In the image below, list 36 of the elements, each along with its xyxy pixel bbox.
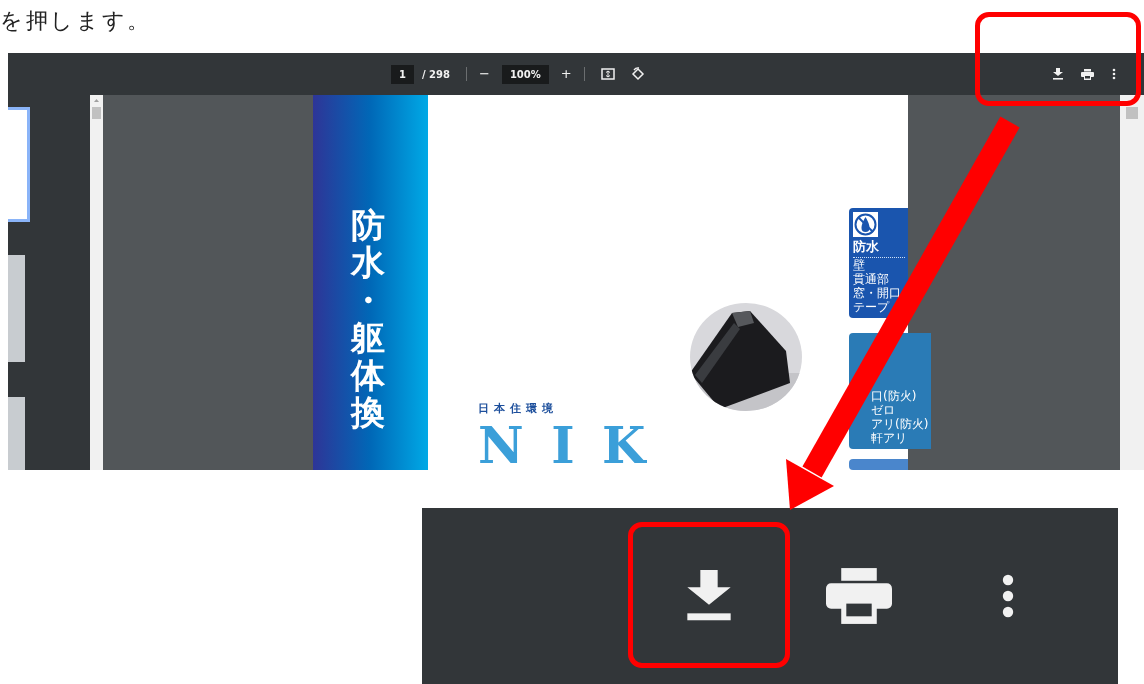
scrollbar[interactable]: [1120, 95, 1144, 470]
more-options-icon[interactable]: [1112, 68, 1116, 80]
zoom-field[interactable]: 100%: [501, 64, 549, 84]
page-number-field[interactable]: 1: [391, 64, 414, 84]
tab-item: テープ: [853, 299, 891, 314]
tab-item: 貫通部: [853, 271, 890, 286]
rotate-icon[interactable]: [630, 67, 645, 81]
tab-item: 窓・開口: [853, 285, 902, 300]
water-drop-icon: [853, 212, 878, 237]
page-thumbnail[interactable]: [8, 107, 30, 222]
scroll-up-icon[interactable]: [94, 99, 99, 102]
instruction-text: を押します。: [0, 7, 153, 35]
tab-title: 防水: [853, 237, 905, 258]
tab-item: ゼロ: [871, 403, 896, 417]
page-thumbnail[interactable]: [8, 397, 25, 470]
brand-caption: 日本住環境: [478, 401, 558, 417]
scrollbar-thumb[interactable]: [1126, 107, 1138, 119]
category-tab[interactable]: 防水 壁 貫通部 窓・開口 テープ: [849, 208, 908, 318]
download-icon[interactable]: [1053, 68, 1063, 80]
tab-item: アリ(防火): [871, 417, 929, 431]
print-icon[interactable]: [1081, 68, 1094, 80]
print-icon[interactable]: [826, 568, 892, 624]
fit-page-icon[interactable]: [600, 68, 615, 80]
download-icon[interactable]: [686, 570, 732, 622]
brand-logo: NIK: [478, 421, 674, 470]
cover-title: 防水・躯体換: [351, 207, 385, 432]
tab-item: 壁: [853, 257, 866, 272]
zoom-in-button[interactable]: +: [560, 64, 572, 84]
tab-item: 軒アリ: [871, 431, 908, 445]
more-options-icon[interactable]: [1000, 572, 1016, 620]
scrollbar-thumb[interactable]: [92, 107, 101, 119]
page-thumbnail[interactable]: [8, 255, 25, 362]
scrollbar[interactable]: [90, 95, 103, 470]
page-count: / 298: [421, 67, 450, 82]
tab-item: 口(防火): [871, 389, 918, 403]
zoom-out-button[interactable]: −: [479, 64, 490, 84]
